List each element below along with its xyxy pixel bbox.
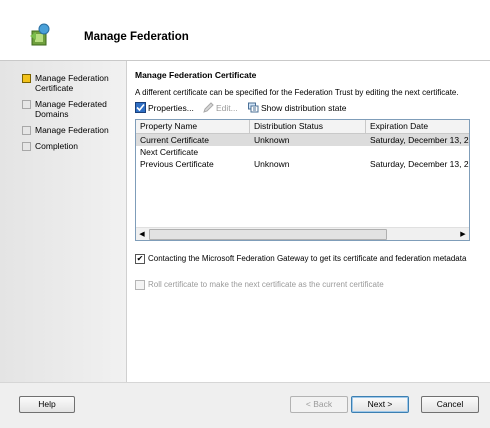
pencil-icon xyxy=(203,102,214,113)
step-indicator xyxy=(22,142,31,151)
cell-property-name: Current Certificate xyxy=(140,135,209,145)
cell-expiration-date: Saturday, December 13, 2... xyxy=(370,159,469,169)
step-indicator xyxy=(22,126,31,135)
cell-distribution-status: Unknown xyxy=(254,159,290,169)
section-title: Manage Federation Certificate xyxy=(135,70,257,80)
scrollbar-thumb[interactable] xyxy=(149,229,387,240)
current-step-indicator xyxy=(22,74,31,83)
page-title: Manage Federation xyxy=(84,31,189,43)
properties-button[interactable]: Properties... xyxy=(135,102,194,113)
checkbox-unchecked-icon[interactable] xyxy=(135,280,145,290)
show-distribution-state-button[interactable]: Show distribution state xyxy=(248,102,347,113)
roll-certificate-checkbox-label: Roll certificate to make the next certif… xyxy=(148,280,384,289)
column-header-distribution-status[interactable]: Distribution Status xyxy=(250,120,366,133)
gateway-checkbox[interactable]: ✔ Contacting the Microsoft Federation Ga… xyxy=(135,254,468,264)
main-content: Manage Federation Certificate A differen… xyxy=(127,61,490,382)
nav-step-manage-federation-certificate[interactable]: Manage Federation Certificate xyxy=(22,73,127,93)
help-button[interactable]: Help xyxy=(19,396,75,413)
column-header-expiration-date[interactable]: Expiration Date xyxy=(366,120,469,133)
properties-label: Properties... xyxy=(148,102,194,113)
wizard-window: Manage Federation Manage Federation Cert… xyxy=(0,0,490,428)
wizard-header: Manage Federation xyxy=(0,0,490,61)
distribution-icon xyxy=(248,102,259,113)
show-distribution-label: Show distribution state xyxy=(261,102,347,113)
nav-step-completion[interactable]: Completion xyxy=(22,141,127,151)
wizard-steps-nav: Manage Federation Certificate Manage Fed… xyxy=(0,61,127,382)
cancel-button[interactable]: Cancel xyxy=(421,396,479,413)
list-header: Property Name Distribution Status Expira… xyxy=(136,120,469,134)
step-indicator xyxy=(22,100,31,109)
nav-step-manage-federated-domains[interactable]: Manage Federated Domains xyxy=(22,99,127,119)
nav-step-label: Manage Federation xyxy=(35,125,109,135)
gateway-checkbox-label: Contacting the Microsoft Federation Gate… xyxy=(148,254,467,263)
back-button[interactable]: < Back xyxy=(290,396,348,413)
table-row[interactable]: Previous Certificate Unknown Saturday, D… xyxy=(136,158,469,170)
table-row[interactable]: Current Certificate Unknown Saturday, De… xyxy=(136,134,469,146)
horizontal-scrollbar[interactable]: ◀ ▶ xyxy=(136,227,469,240)
column-header-property-name[interactable]: Property Name xyxy=(136,120,250,133)
cell-property-name: Previous Certificate xyxy=(140,159,214,169)
checkbox-checked-icon[interactable]: ✔ xyxy=(135,254,145,264)
scroll-left-icon[interactable]: ◀ xyxy=(136,228,148,240)
certificate-list[interactable]: Property Name Distribution Status Expira… xyxy=(135,119,470,241)
cell-distribution-status: Unknown xyxy=(254,135,290,145)
nav-step-label: Manage Federation Certificate xyxy=(35,73,109,93)
cell-property-name: Next Certificate xyxy=(140,147,199,157)
section-description: A different certificate can be specified… xyxy=(135,88,459,97)
table-row[interactable]: Next Certificate xyxy=(136,146,469,158)
next-button[interactable]: Next > xyxy=(351,396,409,413)
edit-label: Edit... xyxy=(216,102,238,113)
federation-icon xyxy=(28,22,52,48)
properties-icon xyxy=(135,102,146,113)
nav-step-label: Completion xyxy=(35,141,78,151)
nav-step-label: Manage Federated Domains xyxy=(35,99,107,119)
wizard-footer: Help < Back Next > Cancel xyxy=(0,382,490,428)
scroll-right-icon[interactable]: ▶ xyxy=(457,228,469,240)
edit-button[interactable]: Edit... xyxy=(203,102,238,113)
cell-expiration-date: Saturday, December 13, 2... xyxy=(370,135,469,145)
nav-step-manage-federation[interactable]: Manage Federation xyxy=(22,125,127,135)
roll-certificate-checkbox[interactable]: Roll certificate to make the next certif… xyxy=(135,280,468,290)
